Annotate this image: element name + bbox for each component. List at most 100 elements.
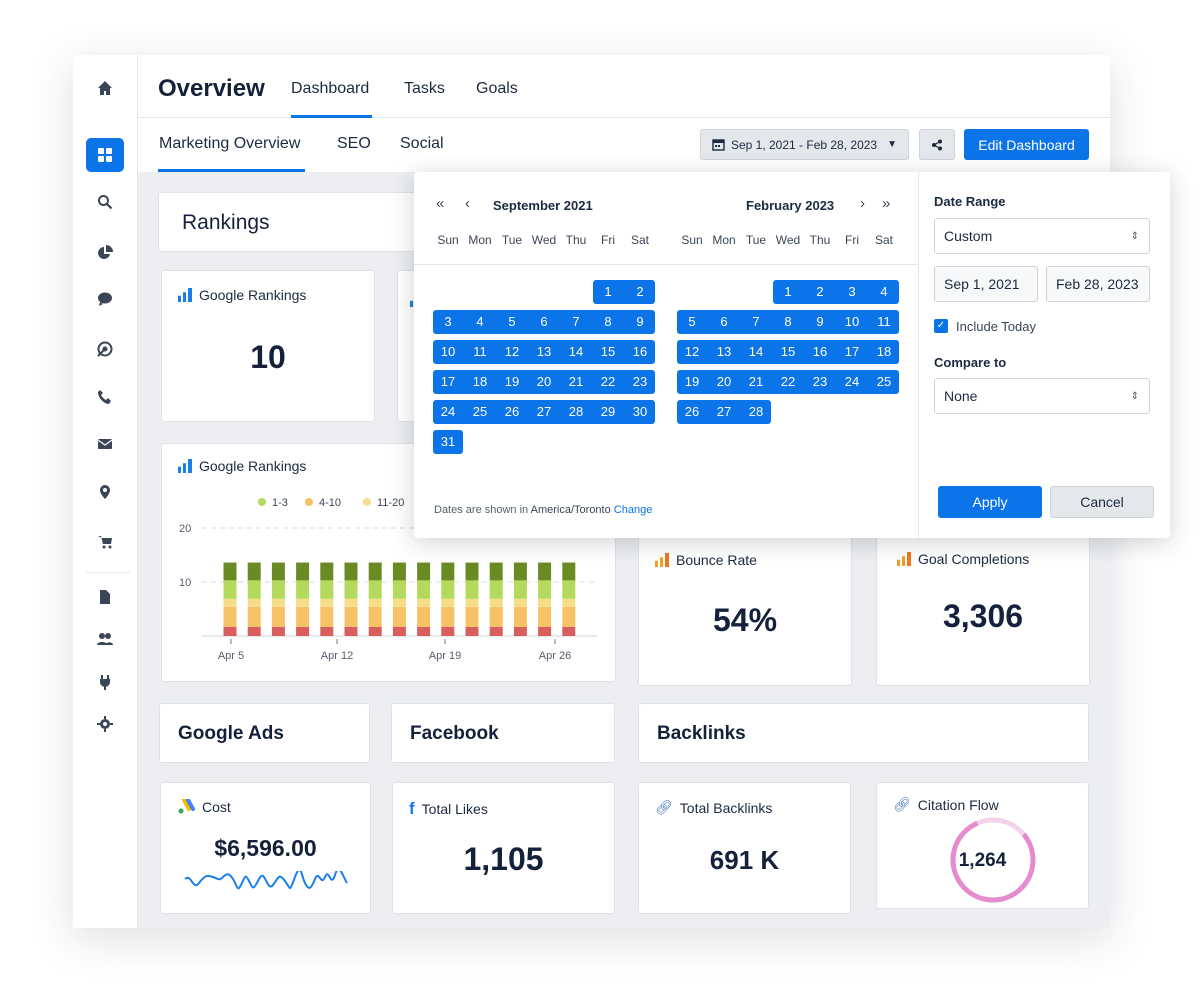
calendar-day[interactable]: 3 [432, 310, 464, 334]
calendar-day[interactable]: 12 [676, 340, 708, 364]
end-date-input[interactable]: Feb 28, 2023 [1046, 266, 1150, 302]
sidebar-item-phone[interactable] [86, 380, 124, 414]
calendar-day[interactable]: 6 [528, 310, 560, 334]
calendar-day[interactable]: 21 [560, 370, 592, 394]
sidebar-item-mail[interactable] [86, 427, 124, 461]
start-date-input[interactable]: Sep 1, 2021 [934, 266, 1038, 302]
calendar-day[interactable]: 7 [560, 310, 592, 334]
calendar-day[interactable]: 17 [836, 340, 868, 364]
sidebar-item-chat[interactable] [86, 282, 124, 316]
calendar-day[interactable]: 18 [868, 340, 900, 364]
calendar-day[interactable]: 23 [804, 370, 836, 394]
calendar-day[interactable]: 16 [624, 340, 656, 364]
calendar-day[interactable]: 22 [772, 370, 804, 394]
sidebar-item-dashboard[interactable] [86, 138, 124, 172]
change-timezone-link[interactable]: Change [614, 504, 653, 516]
sidebar-item-target[interactable] [86, 332, 124, 366]
calendar-day[interactable]: 24 [432, 400, 464, 424]
tab-goals[interactable]: Goals [476, 80, 518, 98]
calendar-day[interactable]: 6 [708, 310, 740, 334]
subtab-social[interactable]: Social [400, 135, 444, 153]
calendar-day[interactable]: 19 [676, 370, 708, 394]
calendar-day[interactable]: 26 [676, 400, 708, 424]
calendar-day[interactable]: 2 [804, 280, 836, 304]
calendar-day[interactable]: 12 [496, 340, 528, 364]
calendar-day[interactable]: 28 [560, 400, 592, 424]
left-month-title: September 2021 [493, 198, 593, 213]
calendar-day[interactable]: 25 [464, 400, 496, 424]
date-range-select[interactable]: Custom ⇕ [934, 218, 1150, 254]
compare-select[interactable]: None ⇕ [934, 378, 1150, 414]
calendar-day[interactable]: 24 [836, 370, 868, 394]
tab-dashboard[interactable]: Dashboard [291, 80, 369, 98]
calendar-day[interactable]: 20 [528, 370, 560, 394]
sidebar-item-pie-chart[interactable] [86, 236, 124, 270]
calendar-day[interactable]: 17 [432, 370, 464, 394]
sidebar-item-gear[interactable] [86, 707, 124, 741]
sidebar-item-plug[interactable] [86, 665, 124, 699]
subtab-seo[interactable]: SEO [337, 135, 371, 153]
calendar-day[interactable]: 3 [836, 280, 868, 304]
calendar-day[interactable]: 9 [804, 310, 836, 334]
calendar-day[interactable]: 18 [464, 370, 496, 394]
bar-segment [320, 598, 334, 607]
edit-dashboard-button[interactable]: Edit Dashboard [964, 129, 1089, 160]
calendar-day[interactable]: 10 [432, 340, 464, 364]
calendar-day[interactable]: 27 [528, 400, 560, 424]
calendar-day[interactable]: 5 [676, 310, 708, 334]
calendar-day[interactable]: 13 [528, 340, 560, 364]
calendar-day[interactable]: 8 [772, 310, 804, 334]
calendar-day[interactable]: 27 [708, 400, 740, 424]
prev-month-button[interactable]: ‹ [465, 195, 470, 212]
calendar-day[interactable]: 4 [464, 310, 496, 334]
calendar-day[interactable]: 16 [804, 340, 836, 364]
link-icon: 🔗︎ [655, 799, 673, 815]
sidebar-item-home[interactable] [86, 71, 124, 105]
calendar-day[interactable]: 1 [592, 280, 624, 304]
calendar-day[interactable]: 14 [740, 340, 772, 364]
sidebar-item-document[interactable] [86, 580, 124, 614]
next-month-button[interactable]: › [860, 195, 865, 212]
date-range-button[interactable]: Sep 1, 2021 - Feb 28, 2023 ▼ [700, 129, 909, 160]
sidebar-item-cart[interactable] [86, 525, 124, 559]
card-value: 3,306 [942, 598, 1024, 634]
tab-tasks[interactable]: Tasks [404, 80, 445, 98]
calendar-day[interactable]: 13 [708, 340, 740, 364]
calendar-day[interactable]: 1 [772, 280, 804, 304]
include-today-checkbox[interactable]: ✓ [934, 319, 948, 333]
calendar-day[interactable]: 11 [868, 310, 900, 334]
next-year-button[interactable]: » [882, 195, 890, 212]
prev-year-button[interactable]: « [436, 195, 444, 212]
apply-button[interactable]: Apply [938, 486, 1042, 518]
calendar-day[interactable]: 14 [560, 340, 592, 364]
calendar-day[interactable]: 10 [836, 310, 868, 334]
x-tick-label: Apr 19 [429, 650, 461, 662]
calendar-day[interactable]: 4 [868, 280, 900, 304]
calendar-day[interactable]: 22 [592, 370, 624, 394]
cancel-button[interactable]: Cancel [1050, 486, 1154, 518]
calendar-day[interactable]: 21 [740, 370, 772, 394]
calendar-day[interactable]: 26 [496, 400, 528, 424]
calendar-day[interactable]: 2 [624, 280, 656, 304]
share-button[interactable] [919, 129, 955, 160]
calendar-day[interactable]: 15 [772, 340, 804, 364]
bar-segment [465, 606, 479, 627]
calendar-day[interactable]: 11 [464, 340, 496, 364]
calendar-day[interactable]: 15 [592, 340, 624, 364]
calendar-day[interactable]: 23 [624, 370, 656, 394]
sidebar-item-users[interactable] [86, 622, 124, 656]
calendar-day[interactable]: 29 [592, 400, 624, 424]
calendar-day[interactable]: 20 [708, 370, 740, 394]
subtab-marketing-overview[interactable]: Marketing Overview [159, 135, 300, 153]
calendar-day[interactable]: 5 [496, 310, 528, 334]
calendar-day[interactable]: 25 [868, 370, 900, 394]
sidebar-item-search[interactable] [86, 185, 124, 219]
calendar-day[interactable]: 30 [624, 400, 656, 424]
calendar-day[interactable]: 9 [624, 310, 656, 334]
sidebar-item-location[interactable] [86, 475, 124, 509]
calendar-day[interactable]: 8 [592, 310, 624, 334]
calendar-day[interactable]: 28 [740, 400, 772, 424]
calendar-day[interactable]: 19 [496, 370, 528, 394]
calendar-day[interactable]: 31 [432, 430, 464, 454]
calendar-day[interactable]: 7 [740, 310, 772, 334]
